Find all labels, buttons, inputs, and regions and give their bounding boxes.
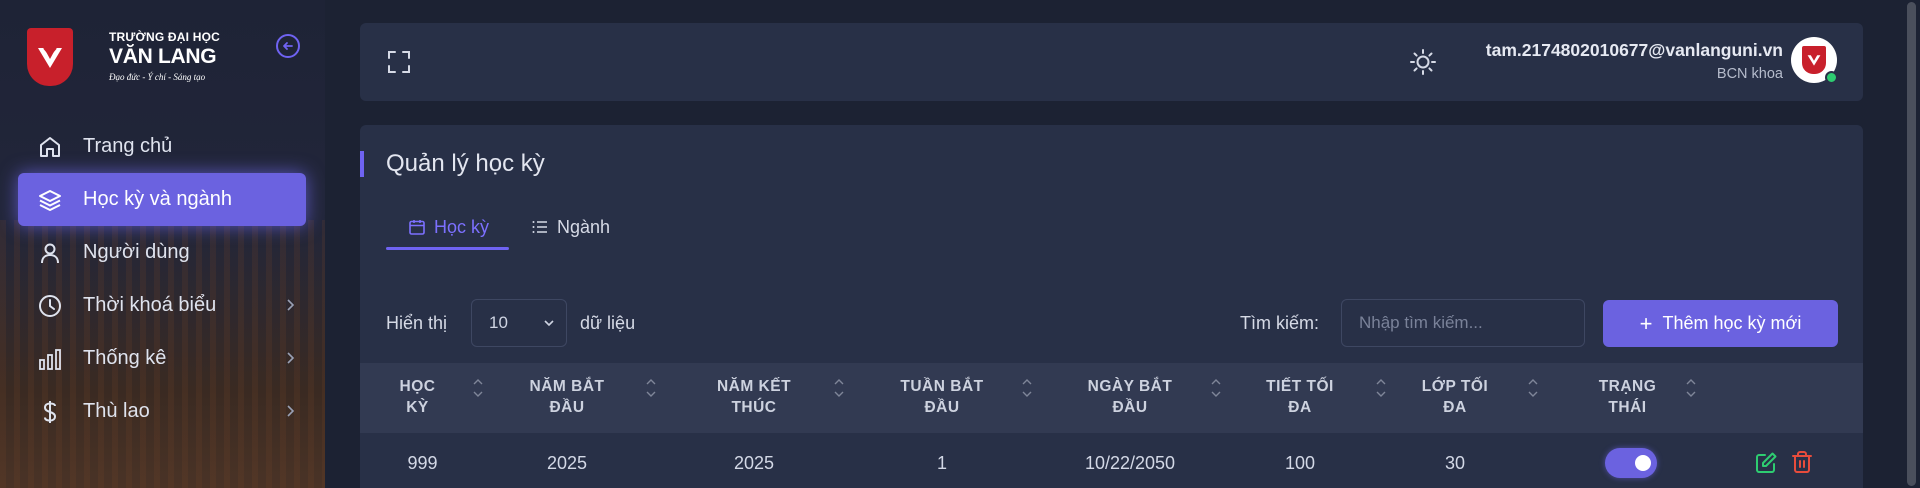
cell-semester: 999 (407, 452, 438, 473)
sidebar-item-label: Người dùng (83, 241, 190, 263)
page-size-select[interactable]: 10 (471, 299, 567, 347)
chevron-right-icon (287, 299, 295, 311)
sidebar-item-label: Thời khoá biểu (83, 294, 217, 316)
sort-icon (1211, 379, 1221, 397)
online-status-dot (1825, 71, 1838, 84)
home-icon (36, 133, 64, 161)
chevron-right-icon (287, 352, 295, 364)
top-bar: tam.2174802010677@vanlanguni.vn BCN khoa (360, 23, 1863, 101)
add-semester-label: Thêm học kỳ mới (1662, 313, 1802, 333)
collapse-sidebar-button[interactable] (276, 34, 300, 58)
tab-label: Học kỳ (434, 216, 490, 237)
sort-icon (1022, 379, 1032, 397)
entries-suffix-label: dữ liệu (580, 313, 636, 333)
scrollbar-thumb[interactable] (1907, 2, 1916, 486)
logo-slogan: Đạo đức - Ý chí - Sáng tạo (109, 72, 206, 82)
table-row: 999 2025 2025 1 10/22/2050 100 30 (360, 433, 1863, 488)
tabs: Học kỳ Ngành (386, 207, 630, 250)
cell-start-week: 1 (936, 452, 947, 473)
tab-semester[interactable]: Học kỳ (386, 207, 510, 250)
page-size-value: 10 (489, 313, 508, 332)
fullscreen-icon[interactable] (386, 49, 412, 75)
layers-icon (36, 186, 64, 214)
sidebar-item-label: Thù lao (83, 400, 150, 422)
semester-management-card: Quản lý học kỳ Học kỳ Ngành Hiển thị 10 … (360, 125, 1863, 488)
calendar-icon (409, 220, 425, 235)
trash-icon[interactable] (1790, 450, 1814, 474)
sidebar-item-label: Học kỳ và ngành (83, 188, 232, 210)
column-header-max-periods[interactable]: TIẾT TỐI ĐA (1225, 363, 1386, 433)
sort-icon (1686, 379, 1696, 397)
tab-major[interactable]: Ngành (509, 207, 630, 247)
sidebar-nav: Trang chủ Học kỳ và ngành Người dùng Thờ… (18, 120, 306, 438)
cell-max-classes: 30 (1444, 452, 1466, 473)
avatar[interactable] (1791, 37, 1838, 84)
search-label: Tìm kiếm: (1240, 313, 1319, 333)
sort-icon (834, 379, 844, 397)
chevron-right-icon (287, 405, 295, 417)
column-header-start-date[interactable]: NGÀY BẮT ĐẦU (1035, 363, 1225, 433)
page-scrollbar[interactable] (1903, 0, 1920, 488)
column-header-max-classes[interactable]: LỚP TỐI ĐA (1375, 363, 1538, 433)
add-semester-button[interactable]: + Thêm học kỳ mới (1603, 300, 1838, 347)
sidebar-item-label: Trang chủ (83, 135, 173, 157)
sidebar-item-label: Thống kê (83, 347, 167, 369)
list-icon (532, 221, 548, 233)
sidebar-item-statistics[interactable]: Thống kê (18, 332, 306, 385)
user-icon (36, 239, 64, 267)
dollar-icon (36, 398, 64, 426)
clock-icon (36, 292, 64, 320)
cell-max-periods: 100 (1284, 452, 1316, 473)
tab-label: Ngành (557, 216, 611, 237)
search-input[interactable] (1341, 299, 1585, 347)
theme-toggle-sun-icon[interactable] (1408, 47, 1438, 77)
edit-icon[interactable] (1754, 451, 1778, 475)
column-header-start-week[interactable]: TUẦN BẮT ĐẦU (849, 363, 1035, 433)
university-logo[interactable]: TRƯỜNG ĐẠI HỌC VĂN LANG Đạo đức - Ý chí … (27, 28, 220, 86)
column-header-status[interactable]: TRẠNG THÁI (1535, 363, 1720, 433)
toggle-knob (1635, 455, 1651, 471)
cell-start-year: 2025 (546, 452, 588, 473)
column-header-start-year[interactable]: NĂM BẮT ĐẦU (475, 363, 659, 433)
user-email: tam.2174802010677@vanlanguni.vn (1485, 40, 1783, 60)
sidebar: TRƯỜNG ĐẠI HỌC VĂN LANG Đạo đức - Ý chí … (0, 0, 325, 488)
cell-start-date: 10/22/2050 (1084, 452, 1176, 473)
status-toggle[interactable] (1605, 448, 1657, 478)
logo-shield-icon (27, 28, 73, 86)
sort-icon (646, 379, 656, 397)
column-header-end-year[interactable]: NĂM KẾT THÚC (659, 363, 849, 433)
avatar-logo-icon (1802, 46, 1826, 74)
table-header: HỌC KỲ NĂM BẮT ĐẦU NĂM KẾT THÚC TUẦN BẮT ĐẦU… (360, 363, 1863, 433)
bar-chart-icon (36, 345, 64, 373)
logo-line-1: TRƯỜNG ĐẠI HỌC (109, 30, 220, 44)
sidebar-item-semester-major[interactable]: Học kỳ và ngành (18, 173, 306, 226)
sidebar-item-home[interactable]: Trang chủ (18, 120, 306, 173)
sidebar-item-remuneration[interactable]: Thù lao (18, 385, 306, 438)
page-title: Quản lý học kỳ (386, 150, 545, 177)
column-header-semester[interactable]: HỌC KỲ (360, 363, 483, 433)
user-role: BCN khoa (1716, 66, 1783, 82)
show-entries-label: Hiển thị (386, 313, 448, 333)
logo-line-2: VĂN LANG (109, 45, 217, 68)
arrow-left-icon (283, 42, 293, 50)
sidebar-item-users[interactable]: Người dùng (18, 226, 306, 279)
plus-icon: + (1639, 310, 1653, 336)
title-accent-bar (360, 151, 364, 177)
cell-end-year: 2025 (733, 452, 775, 473)
sidebar-item-timetable[interactable]: Thời khoá biểu (18, 279, 306, 332)
chevron-down-icon (544, 320, 554, 327)
